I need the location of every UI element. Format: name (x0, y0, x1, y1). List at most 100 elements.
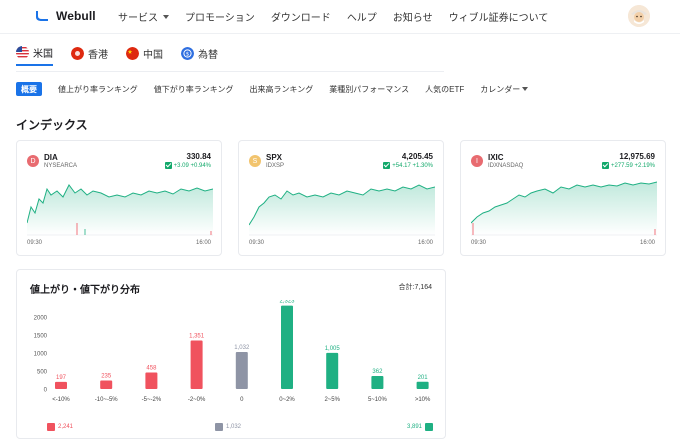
nav-download[interactable]: ダウンロード (271, 9, 331, 24)
chart-start-time: 09:30 (27, 240, 43, 246)
tab-hongkong-label: 香港 (88, 49, 108, 61)
x-tick-label: 0~2% (279, 397, 295, 403)
index-card-dia[interactable]: D DIA NYSEARCA 330.84 +3.09 +0.94% 09:30… (16, 140, 222, 256)
webull-logo-icon (36, 11, 48, 21)
avatar[interactable] (628, 5, 650, 27)
tab-china-label: 中国 (143, 49, 163, 61)
index-change: +54.17 +1.30% (383, 162, 433, 169)
index-price: 330.84 (186, 152, 211, 161)
distribution-title: 値上がり・値下がり分布 (30, 285, 140, 296)
tabs-divider (16, 71, 444, 72)
chevron-down-icon (522, 87, 529, 91)
distribution-total: 合計:7,164 (398, 284, 432, 291)
section-title-indices: インデックス (16, 118, 88, 132)
y-tick-label: 2000 (34, 316, 48, 322)
index-price: 4,205.45 (401, 152, 433, 161)
x-tick-label: -5~-2% (142, 397, 162, 403)
tab-forex-label: 為替 (198, 49, 218, 61)
distribution-bar (190, 340, 203, 389)
distribution-bar (281, 305, 293, 389)
svg-text:$: $ (186, 51, 190, 57)
legend-flat-count: 1,032 (226, 424, 242, 430)
chart-start-time: 09:30 (249, 240, 265, 246)
bar-value-label: 1,005 (325, 346, 341, 352)
forex-icon: $ (181, 46, 194, 60)
tab-hongkong[interactable]: 香港 (71, 44, 108, 66)
subtab-sectors[interactable]: 業種別パフォーマンス (329, 82, 409, 96)
webull-logo[interactable]: Webull (34, 8, 96, 24)
x-tick-label: 5~10% (368, 397, 388, 403)
distribution-bar (100, 380, 113, 389)
nav-promotion[interactable]: プロモーション (185, 9, 255, 24)
tab-forex[interactable]: $ 為替 (181, 44, 218, 66)
bar-value-label: 197 (56, 375, 67, 381)
index-exchange: IDXNASDAQ (488, 163, 524, 169)
x-tick-label: <-10% (52, 397, 70, 403)
distribution-bar (416, 381, 429, 389)
subtab-overview[interactable]: 概要 (16, 82, 42, 96)
bar-value-label: 1,351 (189, 333, 205, 339)
legend-down-count: 2,241 (58, 424, 74, 430)
subtab-losers[interactable]: 値下がり率ランキング (154, 82, 234, 96)
index-sparkline (27, 184, 213, 236)
flat-icon (215, 423, 223, 431)
market-tabs: 米国 香港 中国 $ 為替 (16, 44, 218, 66)
subtab-calendar-label: カレンダー (480, 84, 521, 94)
subtab-calendar[interactable]: カレンダー (480, 82, 529, 96)
up-arrow-icon (425, 423, 434, 431)
index-change: +3.09 +0.94% (164, 162, 211, 169)
x-tick-label: >10% (415, 397, 431, 403)
x-tick-label: 0 (240, 397, 244, 403)
legend-up-count: 3,891 (407, 424, 423, 430)
distribution-bar (371, 376, 384, 389)
index-card-ixic[interactable]: I IXIC IDXNASDAQ 12,975.69 +277.59 +2.19… (460, 140, 666, 256)
index-change: +277.59 +2.19% (601, 162, 655, 169)
index-symbol: SPX (266, 153, 283, 162)
y-tick-label: 1500 (34, 334, 48, 340)
subtab-volume[interactable]: 出来高ランキング (250, 82, 314, 96)
y-tick-label: 0 (44, 388, 48, 394)
bar-value-label: 235 (101, 374, 112, 380)
legend-flat: 1,032 (215, 423, 241, 431)
tab-china[interactable]: 中国 (126, 44, 163, 66)
china-flag-icon (126, 46, 139, 60)
distribution-bar (235, 351, 248, 389)
spx-icon: S (249, 155, 261, 167)
bar-value-label: 362 (372, 369, 383, 375)
up-arrow-icon (164, 162, 172, 169)
legend-down: 2,241 (47, 423, 73, 431)
tab-us[interactable]: 米国 (16, 44, 53, 66)
index-sparkline (249, 184, 435, 236)
y-tick-label: 500 (37, 370, 48, 376)
tab-us-label: 米国 (33, 48, 53, 60)
logo-text: Webull (56, 9, 96, 23)
sub-tabs: 概要 値上がり率ランキング 値下がり率ランキング 出来高ランキング 業種別パフォ… (16, 82, 529, 96)
nav-services-label: サービス (118, 13, 158, 24)
index-exchange: IDXSP (266, 163, 285, 169)
main-nav: サービス プロモーション ダウンロード ヘルプ お知らせ ウィブル証券について (118, 9, 548, 24)
nav-services[interactable]: サービス (118, 9, 169, 24)
legend-up: 3,891 (407, 423, 434, 431)
hongkong-flag-icon (71, 46, 84, 60)
x-tick-label: -2~0% (188, 397, 206, 403)
distribution-bar (326, 352, 339, 389)
subtab-gainers[interactable]: 値上がり率ランキング (58, 82, 138, 96)
chevron-down-icon (163, 14, 169, 19)
index-price: 12,975.69 (619, 152, 655, 161)
index-symbol: IXIC (488, 153, 504, 162)
nav-news[interactable]: お知らせ (393, 9, 433, 24)
nav-about[interactable]: ウィブル証券について (449, 9, 549, 24)
index-card-spx[interactable]: S SPX IDXSP 4,205.45 +54.17 +1.30% 09:30… (238, 140, 444, 256)
bar-value-label: 1,032 (234, 345, 250, 351)
down-arrow-icon (47, 423, 55, 431)
chart-start-time: 09:30 (471, 240, 487, 246)
index-symbol: DIA (44, 153, 58, 162)
distribution-bar (145, 372, 158, 389)
dia-icon: D (27, 155, 39, 167)
nav-help[interactable]: ヘルプ (347, 9, 377, 24)
x-tick-label: -10~-5% (95, 397, 119, 403)
distribution-bar-chart: 0 500 1000 1500 2000 197 <-10% 235 -10~-5% 458 -5~… (34, 300, 431, 403)
subtab-etf[interactable]: 人気のETF (425, 82, 464, 96)
index-sparkline (471, 181, 657, 236)
chart-end-time: 16:00 (417, 240, 433, 246)
